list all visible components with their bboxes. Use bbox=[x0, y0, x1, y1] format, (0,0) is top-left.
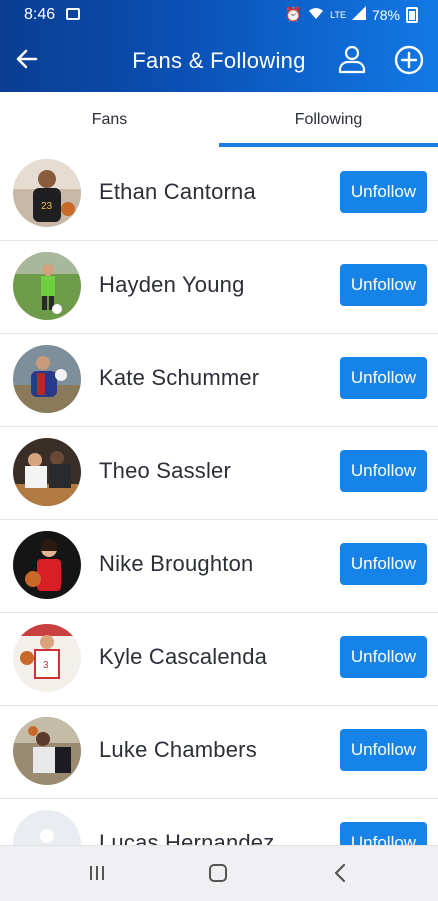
svg-text:23: 23 bbox=[41, 201, 53, 212]
network-type: LTE bbox=[330, 9, 346, 20]
unfollow-button[interactable]: Unfollow bbox=[340, 171, 427, 213]
avatar-placeholder bbox=[13, 810, 81, 845]
avatar bbox=[13, 345, 81, 413]
wifi-icon bbox=[308, 6, 324, 23]
battery-icon bbox=[406, 6, 418, 23]
add-circle-icon[interactable] bbox=[393, 44, 425, 76]
user-name[interactable]: Nike Broughton bbox=[99, 551, 253, 577]
status-icons: ⏰ LTE 78% bbox=[285, 6, 418, 23]
alarm-icon: ⏰ bbox=[284, 6, 303, 22]
tab-fans[interactable]: Fans bbox=[0, 92, 219, 148]
unfollow-button[interactable]: Unfollow bbox=[340, 357, 427, 399]
list-item[interactable]: Luke Chambers Unfollow bbox=[0, 706, 438, 799]
user-name[interactable]: Ethan Cantorna bbox=[99, 179, 256, 205]
app-bar: Fans & Following bbox=[0, 30, 438, 92]
list-item[interactable]: 3 Kyle Cascalenda Unfollow bbox=[0, 613, 438, 706]
unfollow-button[interactable]: Unfollow bbox=[340, 264, 427, 306]
list-item[interactable]: 23 Ethan Cantorna Unfollow bbox=[0, 148, 438, 241]
system-navigation-bar bbox=[0, 845, 438, 901]
avatar: 3 bbox=[13, 624, 81, 692]
user-name[interactable]: Theo Sassler bbox=[99, 458, 231, 484]
recent-apps-icon[interactable] bbox=[88, 865, 106, 881]
tab-following[interactable]: Following bbox=[219, 92, 438, 148]
home-icon[interactable] bbox=[209, 864, 227, 882]
status-time: 8:46 bbox=[24, 6, 56, 23]
unfollow-button[interactable]: Unfollow bbox=[340, 450, 427, 492]
list-item[interactable]: Hayden Young Unfollow bbox=[0, 241, 438, 334]
active-tab-indicator bbox=[219, 143, 438, 147]
user-name[interactable]: Kate Schummer bbox=[99, 365, 259, 391]
unfollow-button[interactable]: Unfollow bbox=[340, 822, 427, 845]
user-name[interactable]: Kyle Cascalenda bbox=[99, 644, 267, 670]
list-item[interactable]: Theo Sassler Unfollow bbox=[0, 427, 438, 520]
following-list[interactable]: 23 Ethan Cantorna Unfollow Hayden Young … bbox=[0, 148, 438, 845]
list-item[interactable]: Nike Broughton Unfollow bbox=[0, 520, 438, 613]
page-title: Fans & Following bbox=[132, 48, 306, 73]
list-item[interactable]: Lucas Hernandez Unfollow bbox=[0, 799, 438, 845]
gallery-notification-icon bbox=[66, 8, 80, 20]
unfollow-button[interactable]: Unfollow bbox=[340, 543, 427, 585]
status-bar: 8:46 ⏰ LTE 78% bbox=[0, 0, 438, 30]
tab-bar: Fans Following bbox=[0, 92, 438, 149]
svg-text:3: 3 bbox=[43, 660, 49, 671]
profile-icon[interactable] bbox=[337, 44, 367, 74]
nav-back-icon[interactable] bbox=[333, 863, 347, 883]
avatar bbox=[13, 531, 81, 599]
unfollow-button[interactable]: Unfollow bbox=[340, 636, 427, 678]
battery-percent: 78% bbox=[371, 6, 400, 23]
user-name[interactable]: Hayden Young bbox=[99, 272, 245, 298]
avatar bbox=[13, 438, 81, 506]
avatar bbox=[13, 252, 81, 320]
avatar: 23 bbox=[13, 159, 81, 227]
user-name[interactable]: Lucas Hernandez bbox=[99, 830, 274, 845]
avatar bbox=[13, 717, 81, 785]
header: 8:46 ⏰ LTE 78% Fans & Following bbox=[0, 0, 438, 92]
user-name[interactable]: Luke Chambers bbox=[99, 737, 257, 763]
list-item[interactable]: Kate Schummer Unfollow bbox=[0, 334, 438, 427]
signal-icon bbox=[351, 6, 366, 23]
unfollow-button[interactable]: Unfollow bbox=[340, 729, 427, 771]
